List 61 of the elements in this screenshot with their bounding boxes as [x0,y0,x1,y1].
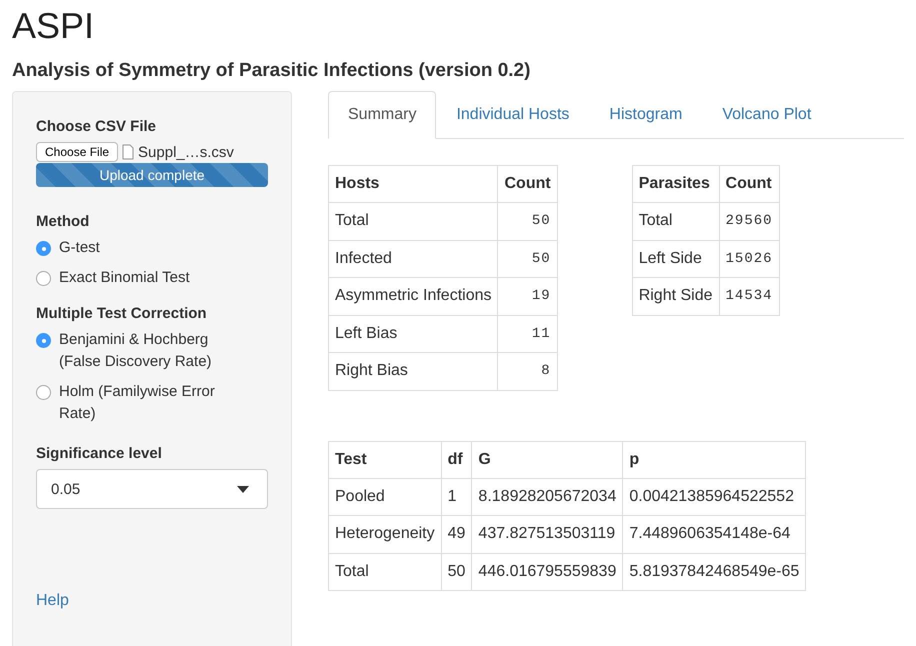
table-cell: Left Side [632,240,720,278]
table-cell: 446.016795559839 [472,553,623,590]
table-cell: 50 [498,202,558,240]
table-cell: 8.18928205672034 [472,478,623,516]
radio-label: Exact Binomial Test [59,268,190,288]
field-label: Choose CSV File [36,118,158,135]
table-cell: Total [328,553,442,590]
table-cell: 11 [498,315,558,352]
table-cell: 29560 [719,202,780,240]
table-cell: 437.827513503119 [472,516,623,553]
column-header: p [622,441,806,478]
table-cell: Total [632,202,720,240]
table-cell: 14534 [719,278,780,315]
column-header: Test [328,441,442,478]
field-label: Significance level [36,445,163,462]
table-cell: 7.4489606354148e-64 [622,516,806,553]
file-icon [122,144,134,160]
table-cell: Total [328,202,498,240]
tab[interactable]: Volcano Plot [702,91,832,139]
table-cell: 0.00421385964522552 [622,478,806,516]
significance-select[interactable]: 0.05 [36,469,268,509]
table-cell: Left Bias [328,315,498,352]
column-header: df [441,441,472,478]
progress-text: Upload complete [99,167,205,183]
table-cell: 49 [441,516,472,553]
table-cell: Pooled [328,478,442,516]
radio-button[interactable] [36,385,51,400]
table-cell: 15026 [719,240,780,278]
field-label: Method [36,213,90,230]
caret-icon [237,486,249,492]
table-cell: Right Side [632,278,720,315]
radio-button[interactable] [36,271,51,286]
column-header: Count [498,166,558,202]
radio-label: Holm (Familywise Error Rate) [59,382,216,424]
field-label: Multiple Test Correction [36,305,208,322]
column-header: Count [719,166,780,202]
column-header: G [472,441,623,478]
table-cell: 50 [498,240,558,278]
file-name: Suppl_…s.csv [138,144,234,160]
radio-button[interactable] [36,241,51,256]
table-cell: Infected [328,240,498,278]
table-cell: 5.81937842468549e-65 [622,553,806,590]
table-cell: 1 [441,478,472,516]
table-cell: 19 [498,278,558,315]
table-cell: 8 [498,352,558,390]
tab[interactable]: Individual Hosts [436,91,590,139]
app-title: ASPI [12,6,96,46]
column-header: Parasites [632,166,720,202]
choose-file-button[interactable]: Choose File [36,142,118,162]
column-header: Hosts [328,166,498,202]
table-cell: 50 [441,553,472,590]
table-cell: Right Bias [328,352,498,390]
app-subtitle: Analysis of Symmetry of Parasitic Infections (version 0.2) [12,60,532,82]
table-cell: Asymmetric Infections [328,278,498,315]
tab[interactable]: Summary [328,91,436,139]
radio-button[interactable] [36,333,51,348]
table-cell: Heterogeneity [328,516,442,553]
radio-label: Benjamini & Hochberg (False Discovery Rate) [59,330,213,372]
help-link[interactable]: Help [36,592,268,610]
radio-label: G-test [59,238,100,258]
tab[interactable]: Histogram [589,91,702,139]
